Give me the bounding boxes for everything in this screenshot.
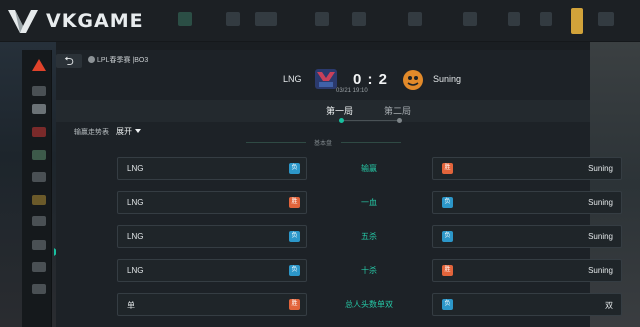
bet-option-left[interactable]: LNG 负	[117, 157, 307, 180]
nav-item[interactable]	[352, 12, 366, 26]
nav-item[interactable]	[463, 12, 477, 26]
caret-down-icon	[135, 129, 141, 133]
bet-option-right[interactable]: 胜 Suning	[432, 157, 622, 180]
breadcrumb: LPL春季赛 |BO3	[88, 55, 148, 65]
rail-item[interactable]	[32, 240, 46, 250]
expand-toggle[interactable]: 展开	[116, 126, 141, 137]
bet-row: LNG 负 输赢 胜 Suning	[56, 157, 622, 180]
result-badge: 胜	[289, 299, 300, 310]
match-score: 0 : 2	[353, 71, 389, 88]
warning-icon[interactable]	[32, 59, 46, 71]
result-badge: 负	[289, 231, 300, 242]
rail-item[interactable]	[32, 172, 46, 182]
rail-item[interactable]	[32, 127, 46, 137]
nav-item[interactable]	[255, 12, 277, 26]
match-panel: ⮌ LPL春季赛 |BO3 LNG 0 : 2 Suning 03/21 19:…	[56, 50, 622, 327]
option-name: LNG	[127, 266, 144, 275]
divider	[341, 142, 401, 143]
user-avatar[interactable]	[571, 8, 583, 34]
bet-type: 总人头数单双	[345, 300, 393, 309]
bet-type: 输赢	[361, 164, 377, 173]
rail-item[interactable]	[32, 195, 46, 205]
bet-type: 十杀	[361, 266, 377, 275]
tab-indicator	[397, 118, 402, 123]
league-label: LPL春季赛 |BO3	[97, 57, 149, 64]
rail-item[interactable]	[32, 150, 46, 160]
nav-item[interactable]	[315, 12, 329, 26]
trend-label: 输赢走势表	[74, 129, 109, 136]
bet-row: LNG 负 五杀 负 Suning	[56, 225, 622, 248]
result-badge: 胜	[289, 197, 300, 208]
option-name: LNG	[127, 198, 144, 207]
rail-item[interactable]	[32, 284, 46, 294]
section-title: 基本盘	[313, 141, 332, 147]
nav-item[interactable]	[540, 12, 552, 26]
brand-name: VKGAME	[46, 10, 144, 32]
option-name: Suning	[588, 232, 613, 241]
result-badge: 负	[442, 299, 453, 310]
option-name: LNG	[127, 164, 144, 173]
result-badge: 胜	[442, 163, 453, 174]
bet-option-right[interactable]: 负 Suning	[432, 225, 622, 248]
rail-item[interactable]	[32, 262, 46, 272]
tab-game-1[interactable]: 第一局	[326, 104, 353, 117]
option-name: Suning	[588, 198, 613, 207]
suning-logo-icon	[403, 70, 423, 90]
match-time: 03/21 19:10	[336, 88, 368, 94]
tab-game-2[interactable]: 第二局	[384, 104, 411, 117]
vk-logo-icon	[8, 10, 38, 33]
bet-row: LNG 负 十杀 胜 Suning	[56, 259, 622, 282]
bet-row: LNG 胜 一血 负 Suning	[56, 191, 622, 214]
result-badge: 负	[442, 197, 453, 208]
rail-item[interactable]	[32, 86, 46, 96]
top-bar: VKGAME	[0, 0, 640, 42]
brand-logo[interactable]: VKGAME	[6, 4, 144, 38]
team-b-name: Suning	[433, 74, 462, 84]
result-badge: 负	[442, 231, 453, 242]
bet-option-right[interactable]: 负 Suning	[432, 191, 622, 214]
nav-item[interactable]	[598, 12, 614, 26]
nav-item[interactable]	[408, 12, 422, 26]
result-badge: 负	[289, 163, 300, 174]
bet-option-left[interactable]: LNG 负	[117, 259, 307, 282]
nav-item[interactable]	[508, 12, 520, 26]
option-name: Suning	[588, 266, 613, 275]
team-a-name: LNG	[283, 74, 302, 84]
bet-option-right[interactable]: 胜 Suning	[432, 259, 622, 282]
result-badge: 负	[289, 265, 300, 276]
bet-option-right[interactable]: 负 双	[432, 293, 622, 316]
tab-divider	[339, 120, 399, 121]
option-name: 单	[127, 301, 135, 310]
option-name: 双	[605, 301, 613, 310]
bet-type: 一血	[361, 198, 377, 207]
bet-option-left[interactable]: LNG 负	[117, 225, 307, 248]
bet-row: 单 胜 总人头数单双 负 双	[56, 293, 622, 316]
nav-item[interactable]	[226, 12, 240, 26]
lng-logo-icon	[315, 69, 337, 89]
nav-item[interactable]	[178, 12, 192, 26]
option-name: Suning	[588, 164, 613, 173]
rail-item[interactable]	[32, 216, 46, 226]
bet-type: 五杀	[361, 232, 377, 241]
tab-indicator-active	[339, 118, 344, 123]
league-icon	[88, 56, 95, 63]
rail-item[interactable]	[32, 104, 46, 114]
expand-label: 展开	[116, 127, 132, 136]
result-badge: 胜	[442, 265, 453, 276]
bet-option-left[interactable]: 单 胜	[117, 293, 307, 316]
bet-option-left[interactable]: LNG 胜	[117, 191, 307, 214]
game-tabs: 第一局 第二局	[56, 100, 590, 123]
option-name: LNG	[127, 232, 144, 241]
background-art-right	[590, 42, 640, 327]
